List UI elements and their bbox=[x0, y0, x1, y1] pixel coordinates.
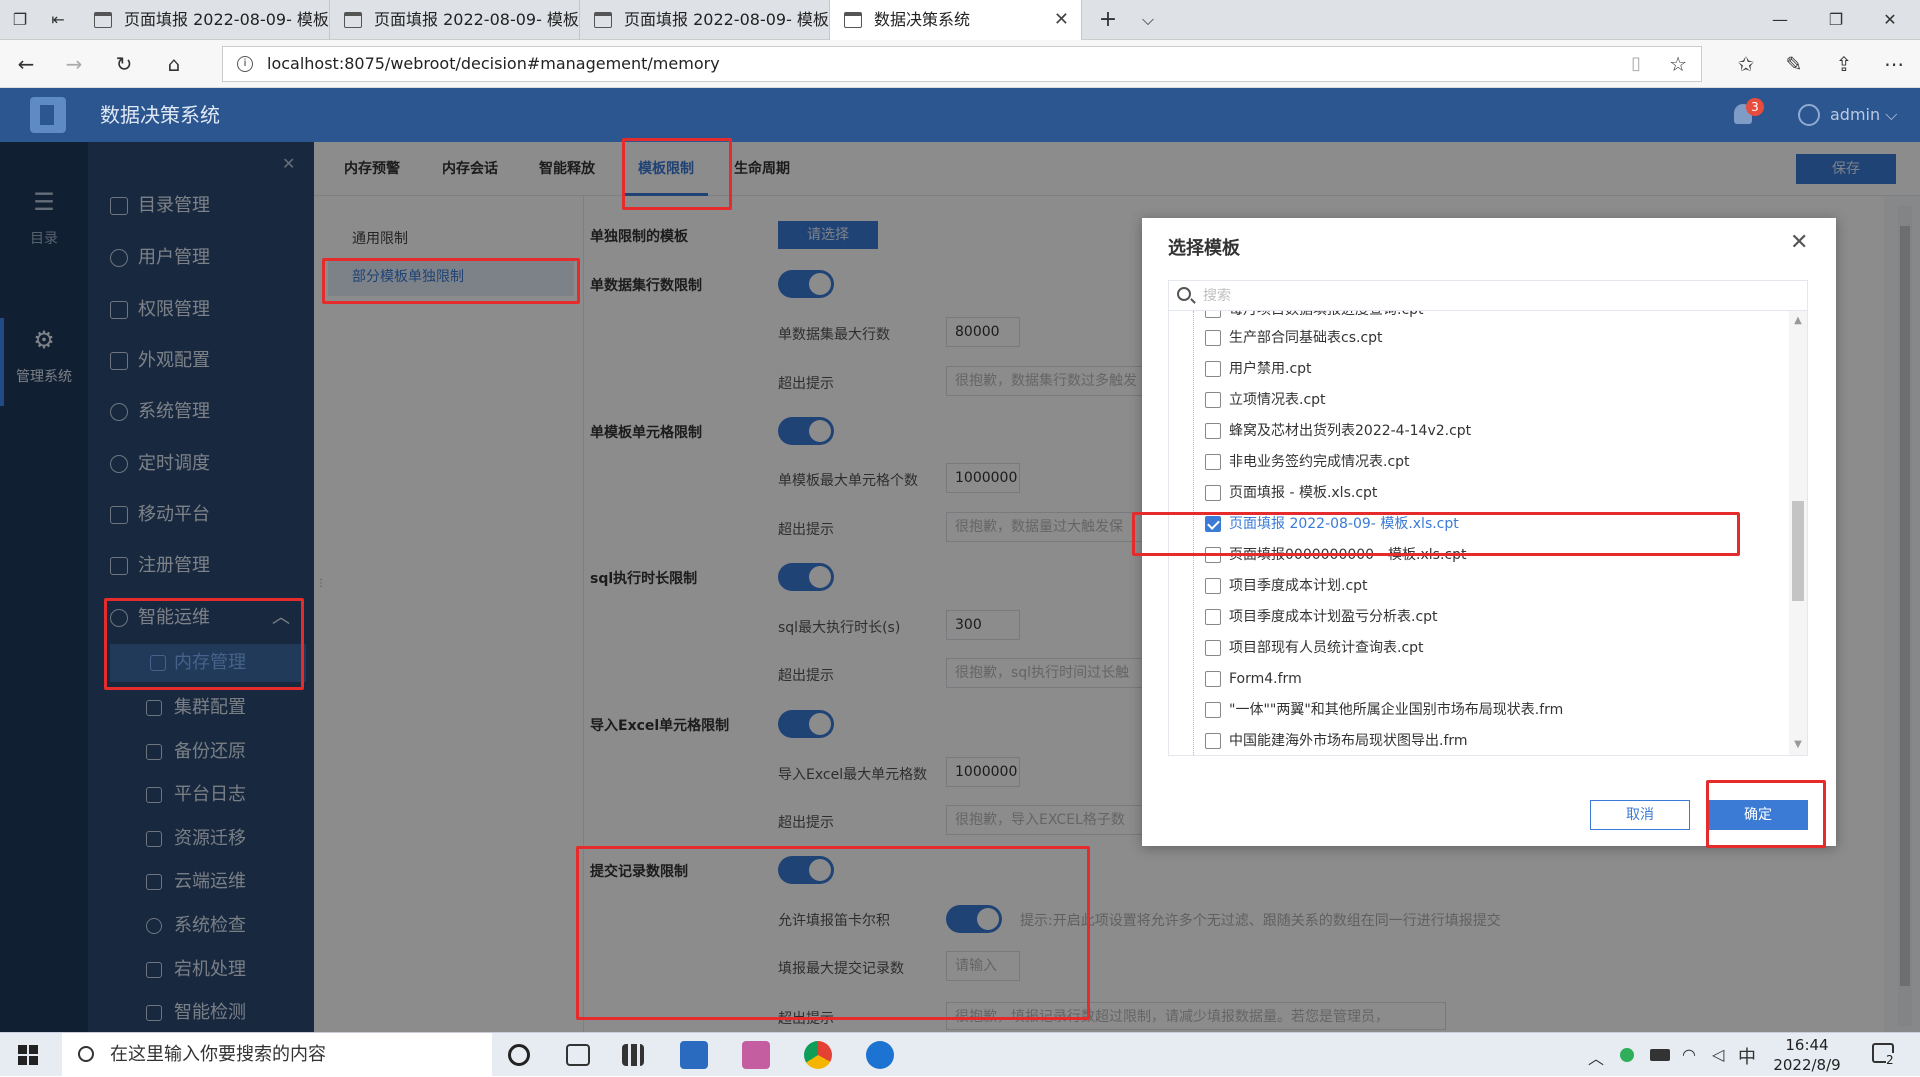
search-icon bbox=[1177, 287, 1191, 301]
scrollbar-thumb[interactable] bbox=[1792, 501, 1804, 601]
app-logo bbox=[30, 97, 66, 133]
select-template-dialog: 选择模板 ✕ 搜索 每月项目数据填报进度查询.cpt 生产部合同基础表cs.cp… bbox=[1142, 218, 1836, 846]
new-tab-button[interactable]: + bbox=[1096, 8, 1120, 32]
edge-icon[interactable] bbox=[866, 1041, 894, 1069]
info-icon: i bbox=[237, 56, 253, 72]
list-item[interactable]: 中国能建海外市场布局现状图导出.frm bbox=[1205, 726, 1468, 755]
checkbox[interactable] bbox=[1205, 578, 1221, 594]
tab-list-icon[interactable]: ⌵ bbox=[1136, 8, 1160, 32]
pen-icon[interactable]: ✎ bbox=[1780, 50, 1808, 78]
maximize-button[interactable]: ❐ bbox=[1806, 0, 1866, 40]
checkbox[interactable] bbox=[1205, 733, 1221, 749]
list-item[interactable]: 项目部现有人员统计查询表.cpt bbox=[1205, 633, 1424, 663]
checkbox[interactable] bbox=[1205, 330, 1221, 346]
checkbox[interactable] bbox=[1205, 640, 1221, 656]
tab-back-icon[interactable]: ⇤ bbox=[46, 8, 70, 32]
list-item[interactable]: 页面填报 - 模板.xls.cpt bbox=[1205, 478, 1377, 508]
list-item[interactable]: 用户禁用.cpt bbox=[1205, 354, 1312, 384]
battery-icon[interactable] bbox=[1650, 1049, 1670, 1061]
windows-start-icon[interactable] bbox=[18, 1045, 38, 1065]
checkbox[interactable] bbox=[1205, 671, 1221, 687]
tree-line bbox=[1193, 311, 1194, 755]
checkbox[interactable] bbox=[1205, 361, 1221, 377]
browser-tab[interactable]: 页面填报 2022-08-09- 模板 bbox=[330, 0, 580, 40]
app-grid-icon[interactable] bbox=[622, 1044, 644, 1066]
list-item[interactable]: 生产部合同基础表cs.cpt bbox=[1205, 323, 1383, 353]
tab-actions-icon[interactable]: ❐ bbox=[8, 8, 32, 32]
page-icon bbox=[94, 12, 112, 28]
scroll-down-icon[interactable]: ▼ bbox=[1792, 739, 1804, 751]
reading-view-icon[interactable]: ▯ bbox=[1631, 47, 1641, 81]
page-icon bbox=[344, 12, 362, 28]
volume-icon[interactable]: ◁ bbox=[1712, 1045, 1724, 1064]
task-view-icon[interactable] bbox=[566, 1044, 590, 1066]
checkbox[interactable] bbox=[1205, 485, 1221, 501]
page-icon bbox=[594, 12, 612, 28]
share-icon[interactable]: ⇪ bbox=[1830, 50, 1858, 78]
browser-tab-bar: ❐ ⇤ 页面填报 2022-08-09- 模板 页面填报 2022-08-09-… bbox=[0, 0, 1920, 40]
forward-arrow-icon[interactable]: → bbox=[60, 50, 88, 78]
search-input[interactable]: 搜索 bbox=[1168, 280, 1808, 310]
checkbox[interactable] bbox=[1205, 547, 1221, 563]
address-bar: ← → ↻ ⌂ i localhost:8075/webroot/decisio… bbox=[0, 40, 1920, 88]
ime-indicator[interactable]: 中 bbox=[1738, 1043, 1756, 1069]
confirm-button[interactable]: 确定 bbox=[1708, 800, 1808, 830]
checkbox-checked[interactable] bbox=[1205, 516, 1221, 532]
wechat-icon[interactable] bbox=[1620, 1048, 1634, 1062]
more-icon[interactable]: ⋯ bbox=[1880, 50, 1908, 78]
list-item[interactable]: 立项情况表.cpt bbox=[1205, 385, 1326, 415]
list-item[interactable]: 蜂窝及芯材出货列表2022-4-14v2.cpt bbox=[1205, 416, 1471, 446]
checkbox[interactable] bbox=[1205, 702, 1221, 718]
close-icon[interactable]: ✕ bbox=[1790, 230, 1808, 255]
list-item[interactable]: "一体""两翼"和其他所属企业国别市场布局现状表.frm bbox=[1205, 695, 1563, 725]
template-list: 每月项目数据填报进度查询.cpt 生产部合同基础表cs.cpt 用户禁用.cpt… bbox=[1168, 310, 1808, 756]
refresh-icon[interactable]: ↻ bbox=[110, 50, 138, 78]
back-arrow-icon[interactable]: ← bbox=[12, 50, 40, 78]
checkbox[interactable] bbox=[1205, 454, 1221, 470]
system-clock[interactable]: 16:44 2022/8/9 bbox=[1762, 1035, 1852, 1075]
home-icon[interactable]: ⌂ bbox=[160, 50, 188, 78]
notification-count: 2 bbox=[1886, 1053, 1894, 1067]
notification-badge: 3 bbox=[1746, 98, 1764, 116]
favorite-star-icon[interactable]: ☆ bbox=[1669, 47, 1687, 81]
checkbox[interactable] bbox=[1205, 423, 1221, 439]
browser-tab-active[interactable]: 数据决策系统 ✕ bbox=[830, 0, 1082, 40]
chrome-icon[interactable] bbox=[804, 1041, 832, 1069]
list-item[interactable]: 项目季度成本计划盈亏分析表.cpt bbox=[1205, 602, 1438, 632]
database-icon[interactable] bbox=[742, 1041, 770, 1069]
checkbox[interactable] bbox=[1205, 392, 1221, 408]
chevron-down-icon: ⌵ bbox=[1885, 105, 1898, 124]
minimize-button[interactable]: — bbox=[1750, 0, 1810, 40]
list-item[interactable]: Form4.frm bbox=[1205, 664, 1302, 694]
wifi-icon[interactable]: ◠ bbox=[1682, 1045, 1696, 1064]
user-menu[interactable]: admin ⌵ bbox=[1830, 88, 1897, 142]
list-item[interactable]: 项目季度成本计划.cpt bbox=[1205, 571, 1368, 601]
scroll-up-icon[interactable]: ▲ bbox=[1792, 315, 1804, 327]
browser-tab[interactable]: 页面填报 2022-08-09- 模板 bbox=[580, 0, 830, 40]
cancel-button[interactable]: 取消 bbox=[1590, 800, 1690, 830]
page-icon bbox=[844, 12, 862, 28]
checkbox[interactable] bbox=[1205, 311, 1221, 318]
finereport-icon[interactable] bbox=[680, 1041, 708, 1069]
browser-tab[interactable]: 页面填报 2022-08-09- 模板 bbox=[80, 0, 330, 40]
cortana-icon[interactable] bbox=[508, 1044, 530, 1066]
taskbar: 在这里输入你要搜索的内容 ︿ ◠ ◁ 中 16:44 2022/8/9 2 bbox=[0, 1032, 1920, 1077]
list-item[interactable]: 页面填报0000000000 - 模板.xls.cpt bbox=[1205, 540, 1466, 570]
tray-expand-icon[interactable]: ︿ bbox=[1588, 1045, 1604, 1069]
close-tab-icon[interactable]: ✕ bbox=[1054, 0, 1069, 40]
checkbox[interactable] bbox=[1205, 609, 1221, 625]
close-window-button[interactable]: ✕ bbox=[1860, 0, 1920, 40]
dialog-title: 选择模板 bbox=[1168, 238, 1240, 259]
favorites-icon[interactable]: ✩ bbox=[1732, 50, 1760, 78]
list-scrollbar[interactable]: ▲ ▼ bbox=[1789, 311, 1807, 755]
list-item[interactable]: 非电业务签约完成情况表.cpt bbox=[1205, 447, 1410, 477]
list-item-selected[interactable]: 页面填报 2022-08-09- 模板.xls.cpt bbox=[1205, 509, 1459, 539]
search-icon bbox=[78, 1046, 94, 1062]
app-title: 数据决策系统 bbox=[100, 103, 220, 127]
avatar[interactable] bbox=[1798, 104, 1820, 126]
url-input[interactable]: i localhost:8075/webroot/decision#manage… bbox=[222, 46, 1702, 82]
taskbar-search-input[interactable]: 在这里输入你要搜索的内容 bbox=[62, 1033, 492, 1077]
app-header: 数据决策系统 3 admin ⌵ bbox=[0, 88, 1920, 142]
